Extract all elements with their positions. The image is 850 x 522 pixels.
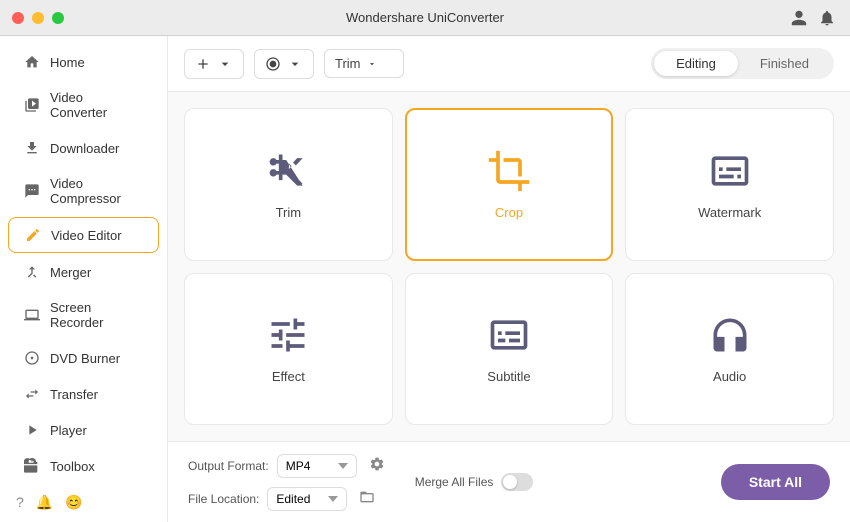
transfer-icon (24, 386, 40, 402)
user-icon[interactable] (790, 9, 808, 27)
title-bar: Wondershare UniConverter (0, 0, 850, 36)
sidebar-item-dvd-burner[interactable]: DVD Burner (8, 341, 159, 375)
editing-toggle: Editing Finished (651, 48, 834, 79)
effect-card-icon (266, 313, 310, 357)
sidebar-item-home-label: Home (50, 55, 85, 70)
app-body: Home Video Converter Downloader Video Co… (0, 36, 850, 522)
toolbar: Trim Editing Finished (168, 36, 850, 92)
sidebar-item-merger[interactable]: Merger (8, 255, 159, 289)
sidebar-item-merger-label: Merger (50, 265, 91, 280)
notification-icon[interactable] (818, 9, 836, 27)
effect-card-label: Effect (272, 369, 305, 384)
home-icon (24, 54, 40, 70)
trim-card-label: Trim (276, 205, 302, 220)
sidebar-item-video-compressor-label: Video Compressor (50, 176, 143, 206)
output-format-label: Output Format: (188, 459, 269, 473)
output-format-select[interactable]: MP4 MOV AVI (277, 454, 357, 478)
effect-card[interactable]: Effect (184, 273, 393, 426)
sidebar-item-video-editor-label: Video Editor (51, 228, 122, 243)
video-compressor-icon (24, 183, 40, 199)
sidebar-item-video-editor[interactable]: Video Editor (8, 217, 159, 253)
merge-files-section: Merge All Files (415, 473, 534, 491)
window-controls[interactable] (12, 12, 64, 24)
bottom-bar: Output Format: MP4 MOV AVI File Location… (168, 441, 850, 522)
crop-card-label: Crop (495, 205, 523, 220)
close-button[interactable] (12, 12, 24, 24)
file-location-select[interactable]: Edited Desktop (267, 487, 347, 511)
video-editor-icon (25, 227, 41, 243)
toolbox-icon (24, 458, 40, 474)
sidebar-item-video-converter[interactable]: Video Converter (8, 81, 159, 129)
watermark-card-icon (708, 149, 752, 193)
output-format-field: Output Format: MP4 MOV AVI (188, 452, 389, 479)
sidebar-item-screen-recorder[interactable]: Screen Recorder (8, 291, 159, 339)
merge-files-label: Merge All Files (415, 475, 494, 489)
player-icon (24, 422, 40, 438)
main-content: Trim Editing Finished Trim (168, 36, 850, 522)
sidebar-item-transfer[interactable]: Transfer (8, 377, 159, 411)
sidebar-item-dvd-burner-label: DVD Burner (50, 351, 120, 366)
output-format-settings-icon[interactable] (365, 452, 389, 479)
sidebar-item-transfer-label: Transfer (50, 387, 98, 402)
audio-card-label: Audio (713, 369, 746, 384)
help-icon[interactable]: ? (16, 494, 24, 511)
trim-card[interactable]: Trim (184, 108, 393, 261)
downloader-icon (24, 140, 40, 156)
audio-card-icon (708, 313, 752, 357)
sidebar-item-home[interactable]: Home (8, 45, 159, 79)
file-location-label: File Location: (188, 492, 259, 506)
merger-icon (24, 264, 40, 280)
crop-card-icon (487, 149, 531, 193)
editing-toggle-btn[interactable]: Editing (654, 51, 738, 76)
sidebar-item-player-label: Player (50, 423, 87, 438)
subtitle-card-icon (487, 313, 531, 357)
sidebar-bottom: ? 🔔 😊 (0, 484, 167, 521)
editor-grid: Trim Crop Watermark (168, 92, 850, 441)
subtitle-card-label: Subtitle (487, 369, 530, 384)
bell-icon[interactable]: 🔔 (36, 494, 53, 511)
watermark-card[interactable]: Watermark (625, 108, 834, 261)
minimize-button[interactable] (32, 12, 44, 24)
sidebar-item-player[interactable]: Player (8, 413, 159, 447)
dvd-burner-icon (24, 350, 40, 366)
title-bar-actions[interactable] (790, 9, 836, 27)
sidebar: Home Video Converter Downloader Video Co… (0, 36, 168, 522)
sidebar-item-toolbox-label: Toolbox (50, 459, 95, 474)
sidebar-item-downloader-label: Downloader (50, 141, 119, 156)
start-all-button[interactable]: Start All (721, 464, 830, 500)
app-title: Wondershare UniConverter (346, 10, 504, 25)
finished-toggle-btn[interactable]: Finished (738, 51, 831, 76)
watermark-card-label: Watermark (698, 205, 761, 220)
sidebar-item-video-compressor[interactable]: Video Compressor (8, 167, 159, 215)
audio-card[interactable]: Audio (625, 273, 834, 426)
add-file-button[interactable] (184, 49, 244, 79)
trim-card-icon (266, 149, 310, 193)
sidebar-item-video-converter-label: Video Converter (50, 90, 143, 120)
merge-files-toggle[interactable] (501, 473, 533, 491)
feedback-icon[interactable]: 😊 (65, 494, 82, 511)
crop-card[interactable]: Crop (405, 108, 614, 261)
video-converter-icon (24, 97, 40, 113)
sidebar-item-downloader[interactable]: Downloader (8, 131, 159, 165)
maximize-button[interactable] (52, 12, 64, 24)
trim-dropdown[interactable]: Trim (324, 49, 404, 78)
trim-dropdown-label: Trim (335, 56, 361, 71)
sidebar-item-toolbox[interactable]: Toolbox (8, 449, 159, 483)
screen-recorder-icon (24, 307, 40, 323)
file-location-browse-icon[interactable] (355, 485, 379, 512)
sidebar-item-screen-recorder-label: Screen Recorder (50, 300, 143, 330)
subtitle-card[interactable]: Subtitle (405, 273, 614, 426)
record-button[interactable] (254, 49, 314, 79)
file-location-field: File Location: Edited Desktop (188, 485, 389, 512)
